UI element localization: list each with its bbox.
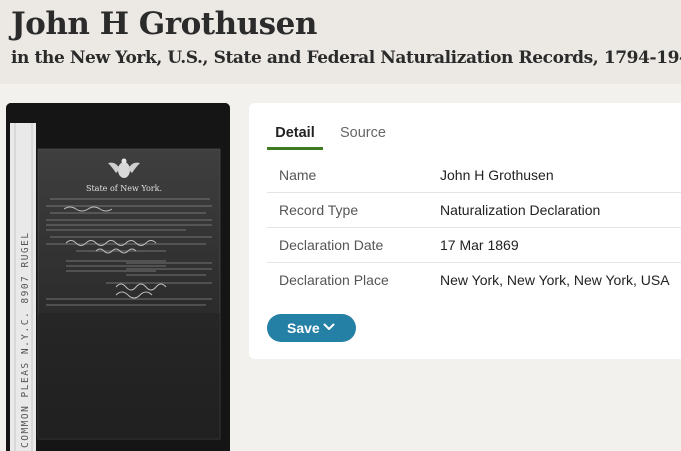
page-header: John H Grothusen in the New York, U.S., …: [0, 0, 681, 84]
detail-value: Naturalization Declaration: [440, 202, 601, 218]
record-page: John H Grothusen in the New York, U.S., …: [0, 0, 681, 451]
page-title: John H Grothusen: [11, 6, 317, 42]
detail-row-declaration-date: Declaration Date 17 Mar 1869: [267, 228, 681, 263]
detail-label: Name: [279, 167, 317, 183]
details-table: Name John H Grothusen Record Type Natura…: [267, 158, 681, 297]
tab-source[interactable]: Source: [340, 125, 386, 141]
record-image-thumbnail[interactable]: COMMON PLEAS N.Y.C. 8907 RUGEL State of …: [6, 103, 230, 451]
detail-label: Declaration Place: [279, 272, 389, 288]
detail-value: 17 Mar 1869: [440, 237, 519, 253]
detail-row-record-type: Record Type Naturalization Declaration: [267, 193, 681, 228]
detail-row-declaration-place: Declaration Place New York, New York, Ne…: [267, 263, 681, 297]
detail-label: Record Type: [279, 202, 359, 218]
record-details-card: Detail Source Name John H Grothusen Reco…: [249, 103, 681, 359]
save-button-label: Save: [287, 320, 320, 336]
record-heading: State of New York.: [86, 184, 162, 193]
active-tab-indicator: [267, 147, 323, 150]
detail-row-name: Name John H Grothusen: [267, 158, 681, 193]
detail-label: Declaration Date: [279, 237, 384, 253]
tab-detail-label: Detail: [275, 125, 315, 141]
chevron-down-icon: [323, 323, 335, 330]
tab-detail[interactable]: Detail: [267, 125, 323, 141]
record-margin-text: COMMON PLEAS N.Y.C. 8907 RUGEL: [20, 231, 31, 448]
detail-value: New York, New York, New York, USA: [440, 272, 670, 288]
record-image: COMMON PLEAS N.Y.C. 8907 RUGEL State of …: [6, 103, 230, 451]
detail-value: John H Grothusen: [440, 167, 554, 183]
tab-source-label: Source: [340, 125, 386, 141]
save-button[interactable]: Save: [267, 314, 356, 342]
collection-subtitle: in the New York, U.S., State and Federal…: [11, 48, 681, 68]
